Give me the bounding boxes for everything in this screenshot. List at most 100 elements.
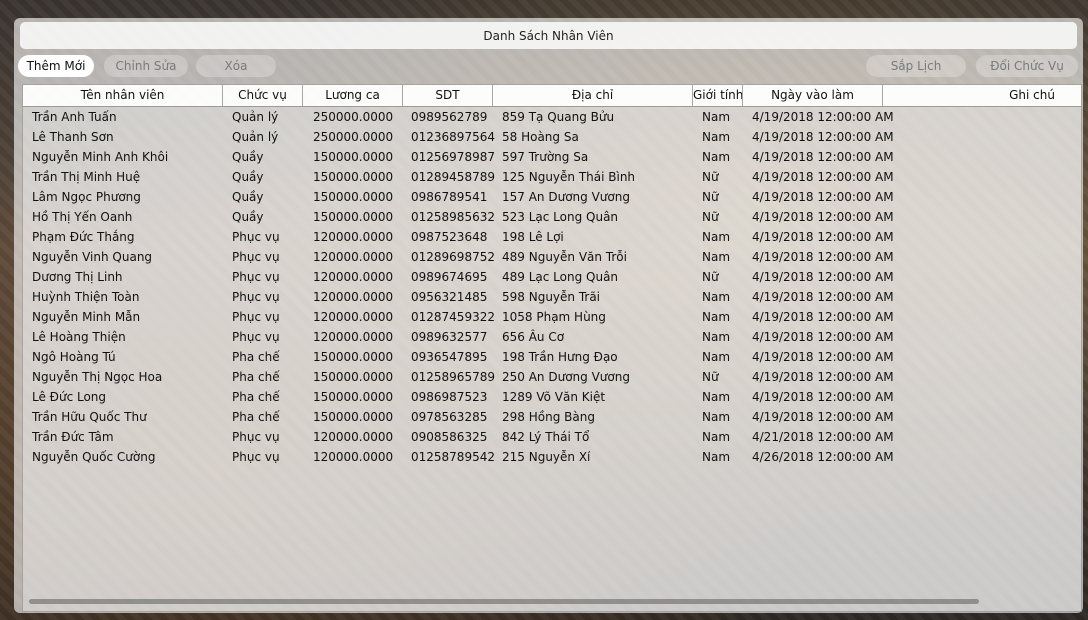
table-row[interactable]: Trần Đức Tâm Phục vụ 120000.0000 0908586325… (23, 427, 1081, 447)
window-title: Danh Sách Nhân Viên (20, 22, 1077, 49)
cell-gender: Nam (702, 330, 731, 344)
cell-start-date: 4/19/2018 12:00:00 AM (752, 230, 894, 244)
cell-name: Huỳnh Thiện Toàn (32, 290, 140, 304)
cell-phone: 0936547895 (411, 350, 488, 364)
delete-button[interactable]: Xóa (196, 55, 276, 77)
cell-wage: 120000.0000 (313, 310, 394, 324)
cell-gender: Nam (702, 430, 731, 444)
table-row[interactable]: Trần Anh Tuấn Quản lý 250000.0000 098956278… (23, 107, 1081, 127)
cell-gender: Nam (702, 290, 731, 304)
employee-list-window: Danh Sách Nhân Viên Thêm Mới Chỉnh Sửa X… (14, 18, 1083, 613)
change-role-button[interactable]: Đổi Chức Vụ (976, 55, 1078, 77)
cell-wage: 150000.0000 (313, 350, 394, 364)
cell-phone: 01289458789 (411, 170, 495, 184)
column-header-notes[interactable]: Ghi chú (883, 85, 1081, 106)
cell-name: Trần Hữu Quốc Thư (32, 410, 147, 424)
cell-phone: 0989632577 (411, 330, 488, 344)
cell-address: 1058 Phạm Hùng (502, 310, 606, 324)
cell-address: 859 Tạ Quang Bửu (502, 110, 615, 124)
cell-name: Ngô Hoàng Tú (32, 350, 116, 364)
column-header-name[interactable]: Tên nhân viên (23, 85, 223, 106)
cell-phone: 01258985632 (411, 210, 495, 224)
cell-phone: 0908586325 (411, 430, 488, 444)
cell-gender: Nam (702, 450, 731, 464)
add-button[interactable]: Thêm Mới (18, 55, 94, 77)
cell-phone: 01258789542 (411, 450, 495, 464)
cell-name: Dương Thị Linh (32, 270, 123, 284)
cell-start-date: 4/19/2018 12:00:00 AM (752, 130, 894, 144)
cell-phone: 0989674695 (411, 270, 488, 284)
cell-name: Lê Thanh Sơn (32, 130, 114, 144)
cell-gender: Nữ (702, 270, 719, 284)
schedule-button[interactable]: Sắp Lịch (866, 55, 966, 77)
cell-name: Lâm Ngọc Phương (32, 190, 141, 204)
cell-phone: 01236897564 (411, 130, 495, 144)
cell-phone: 0986789541 (411, 190, 488, 204)
cell-name: Lê Hoàng Thiện (32, 330, 126, 344)
cell-wage: 120000.0000 (313, 330, 394, 344)
table-row[interactable]: Trần Thị Minh Huệ Quầy 150000.0000 01289458… (23, 167, 1081, 187)
table-row[interactable]: Phạm Đức Thắng Phục vụ 120000.0000 09875236… (23, 227, 1081, 247)
cell-name: Trần Anh Tuấn (32, 110, 117, 124)
cell-role: Quầy (232, 170, 264, 184)
table-row[interactable]: Huỳnh Thiện Toàn Phục vụ 120000.0000 095632… (23, 287, 1081, 307)
cell-gender: Nam (702, 390, 731, 404)
cell-start-date: 4/19/2018 12:00:00 AM (752, 110, 894, 124)
table-row[interactable]: Nguyễn Minh Anh Khôi Quầy 150000.0000 01256… (23, 147, 1081, 167)
cell-name: Nguyễn Minh Mẫn (32, 310, 141, 324)
table-row[interactable]: Lê Đức Long Pha chế 150000.0000 0986987523 1… (23, 387, 1081, 407)
cell-address: 1289 Võ Văn Kiệt (502, 390, 606, 404)
column-header-phone[interactable]: SDT (403, 85, 493, 106)
cell-address: 598 Nguyễn Trãi (502, 290, 601, 304)
cell-address: 58 Hoàng Sa (502, 130, 579, 144)
cell-address: 523 Lạc Long Quân (502, 210, 619, 224)
column-header-wage[interactable]: Lương ca (303, 85, 403, 106)
cell-gender: Nữ (702, 190, 719, 204)
table-row[interactable]: Lâm Ngọc Phương Quầy 150000.0000 0986789541… (23, 187, 1081, 207)
cell-address: 489 Nguyễn Văn Trỗi (502, 250, 627, 264)
table-row[interactable]: Lê Hoàng Thiện Phục vụ 120000.0000 09896325… (23, 327, 1081, 347)
cell-role: Phục vụ (232, 230, 280, 244)
cell-gender: Nam (702, 350, 731, 364)
cell-role: Quản lý (232, 110, 279, 124)
cell-role: Quầy (232, 210, 264, 224)
cell-gender: Nữ (702, 370, 719, 384)
table-row[interactable]: Nguyễn Minh Mẫn Phục vụ 120000.0000 0128745… (23, 307, 1081, 327)
cell-role: Phục vụ (232, 430, 280, 444)
table-row[interactable]: Dương Thị Linh Phục vụ 120000.0000 09896746… (23, 267, 1081, 287)
cell-name: Phạm Đức Thắng (32, 230, 135, 244)
grid-header: Tên nhân viên Chức vụ Lương ca SDT Địa c… (23, 85, 1081, 107)
column-header-address[interactable]: Địa chỉ (493, 85, 693, 106)
cell-start-date: 4/19/2018 12:00:00 AM (752, 330, 894, 344)
cell-address: 157 An Dương Vương (502, 190, 630, 204)
table-row[interactable]: Nguyễn Vinh Quang Phục vụ 120000.0000 01289… (23, 247, 1081, 267)
cell-name: Trần Đức Tâm (32, 430, 114, 444)
edit-button[interactable]: Chỉnh Sửa (104, 55, 188, 77)
cell-start-date: 4/19/2018 12:00:00 AM (752, 250, 894, 264)
cell-name: Trần Thị Minh Huệ (32, 170, 141, 184)
cell-address: 597 Trường Sa (502, 150, 589, 164)
table-row[interactable]: Nguyễn Thị Ngọc Hoa Pha chế 150000.0000 012… (23, 367, 1081, 387)
column-header-role[interactable]: Chức vụ (223, 85, 303, 106)
cell-start-date: 4/19/2018 12:00:00 AM (752, 310, 894, 324)
column-header-start-date[interactable]: Ngày vào làm (743, 85, 883, 106)
table-row[interactable]: Hồ Thị Yến Oanh Quầy 150000.0000 0125898563… (23, 207, 1081, 227)
cell-role: Pha chế (232, 350, 280, 364)
cell-start-date: 4/19/2018 12:00:00 AM (752, 270, 894, 284)
table-row[interactable]: Lê Thanh Sơn Quản lý 250000.0000 0123689756… (23, 127, 1081, 147)
cell-role: Quầy (232, 150, 264, 164)
cell-address: 489 Lạc Long Quân (502, 270, 619, 284)
cell-role: Phục vụ (232, 290, 280, 304)
employee-grid[interactable]: Tên nhân viên Chức vụ Lương ca SDT Địa c… (22, 84, 1082, 612)
table-row[interactable]: Nguyễn Quốc Cường Phục vụ 120000.0000 01258… (23, 447, 1081, 467)
cell-wage: 120000.0000 (313, 230, 394, 244)
cell-role: Phục vụ (232, 270, 280, 284)
table-row[interactable]: Trần Hữu Quốc Thư Pha chế 150000.0000 09785… (23, 407, 1081, 427)
cell-gender: Nam (702, 150, 731, 164)
cell-role: Phục vụ (232, 250, 280, 264)
cell-wage: 150000.0000 (313, 210, 394, 224)
horizontal-scrollbar[interactable] (29, 599, 979, 604)
column-header-gender[interactable]: Giới tính (693, 85, 743, 106)
cell-wage: 120000.0000 (313, 290, 394, 304)
table-row[interactable]: Ngô Hoàng Tú Pha chế 150000.0000 0936547895… (23, 347, 1081, 367)
